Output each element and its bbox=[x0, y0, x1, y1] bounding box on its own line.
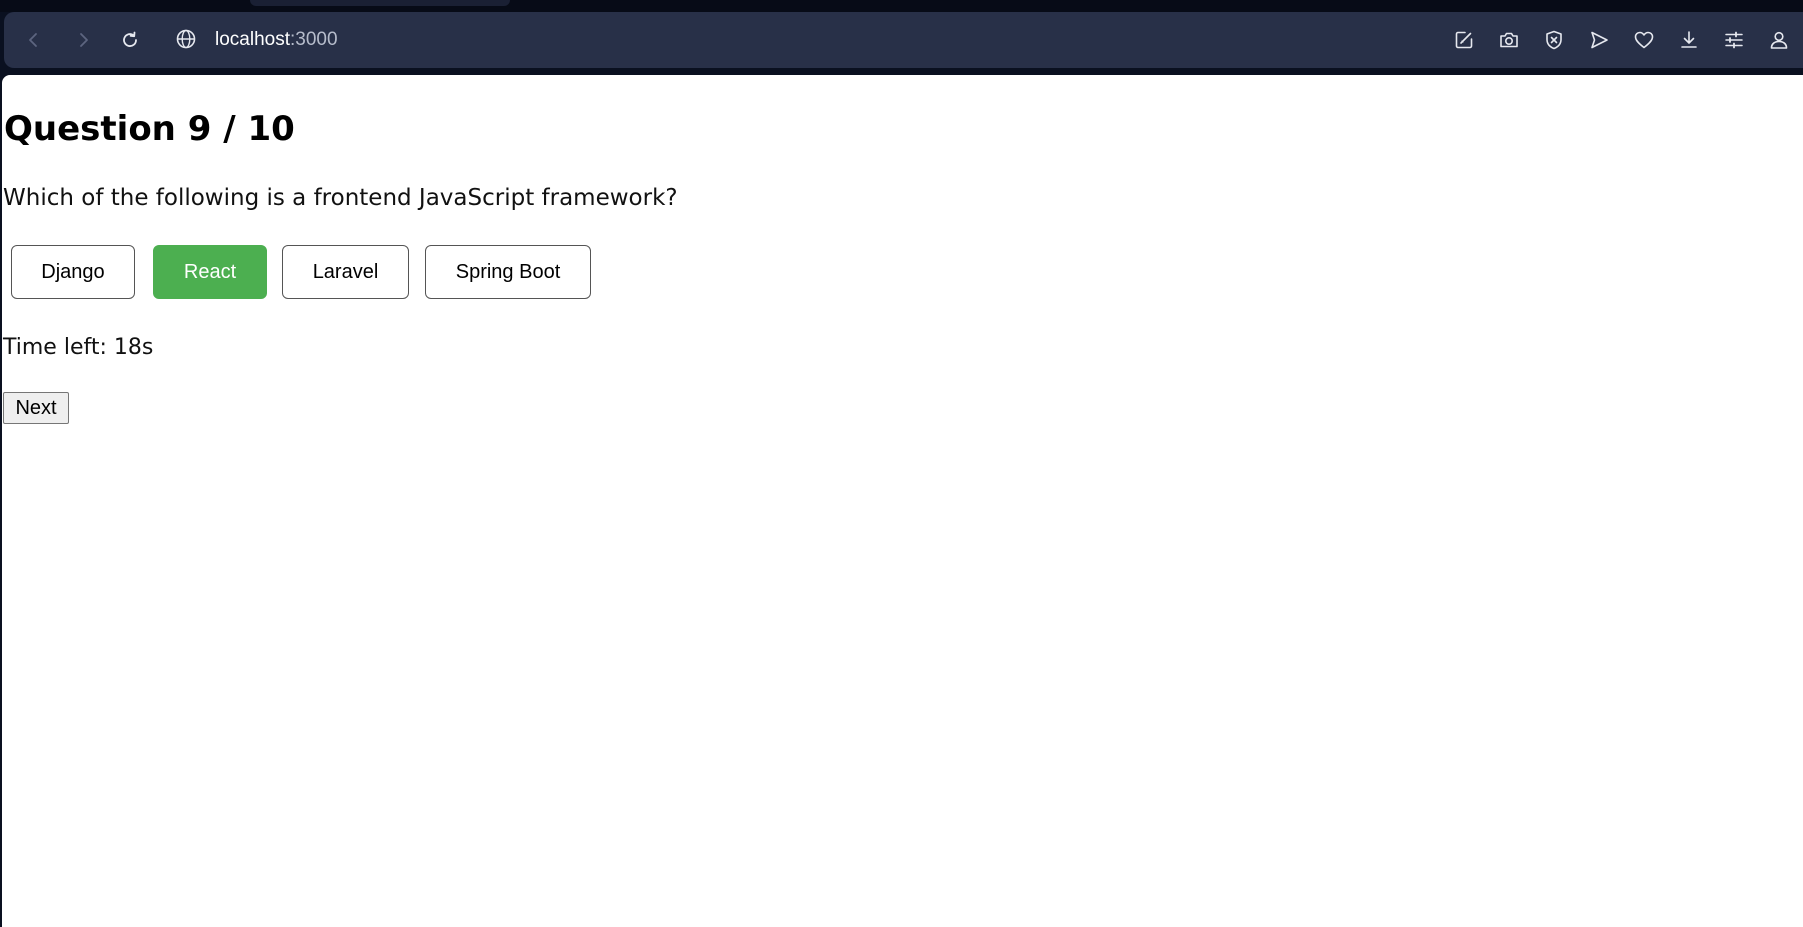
chevron-left-icon bbox=[29, 33, 37, 47]
globe-icon bbox=[176, 29, 196, 49]
active-tab[interactable] bbox=[250, 0, 510, 6]
question-text: Which of the following is a frontend Jav… bbox=[3, 185, 678, 211]
page-content: Question 9 / 10 Which of the following i… bbox=[2, 75, 1803, 927]
account-icon bbox=[1770, 31, 1788, 49]
chevron-right-icon bbox=[80, 33, 88, 47]
shield-icon bbox=[1546, 30, 1562, 50]
time-left: Time left: 18s bbox=[3, 335, 154, 360]
option-laravel-button[interactable]: Laravel bbox=[282, 245, 409, 299]
reload-button[interactable] bbox=[118, 28, 142, 52]
next-button[interactable]: Next bbox=[3, 392, 69, 424]
reload-icon bbox=[123, 31, 137, 47]
browser-toolbar: localhost:3000 bbox=[4, 12, 1803, 68]
browser-window: localhost:3000 Question 9 / 10 Which of … bbox=[0, 0, 1803, 927]
url-host: localhost bbox=[215, 29, 290, 50]
download-icon bbox=[1681, 31, 1697, 48]
settings-button[interactable] bbox=[1721, 27, 1747, 53]
edit-button[interactable] bbox=[1451, 27, 1477, 53]
heart-icon bbox=[1634, 31, 1654, 49]
back-button[interactable] bbox=[21, 28, 45, 52]
forward-button[interactable] bbox=[72, 28, 96, 52]
send-button[interactable] bbox=[1586, 27, 1612, 53]
send-icon bbox=[1591, 31, 1608, 49]
shield-button[interactable] bbox=[1541, 27, 1567, 53]
option-spring-boot-button[interactable]: Spring Boot bbox=[425, 245, 591, 299]
account-button[interactable] bbox=[1766, 27, 1792, 53]
favorites-button[interactable] bbox=[1631, 27, 1657, 53]
address-bar[interactable]: localhost:3000 bbox=[215, 27, 338, 53]
screenshot-button[interactable] bbox=[1496, 27, 1522, 53]
option-react-button[interactable]: React bbox=[153, 245, 267, 299]
tab-strip bbox=[0, 0, 1803, 12]
url-port: :3000 bbox=[290, 29, 338, 50]
question-title: Question 9 / 10 bbox=[4, 109, 295, 149]
sliders-icon bbox=[1725, 31, 1743, 49]
site-info-button[interactable] bbox=[174, 27, 198, 51]
option-django-button[interactable]: Django bbox=[11, 245, 135, 299]
downloads-button[interactable] bbox=[1676, 27, 1702, 53]
edit-icon bbox=[1455, 31, 1473, 49]
camera-icon bbox=[1500, 32, 1518, 48]
